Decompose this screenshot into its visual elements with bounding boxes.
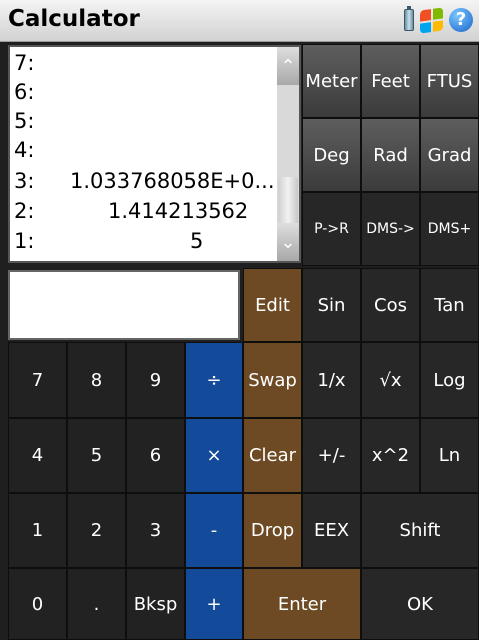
decimal-point-button[interactable]: . [67,568,126,640]
ftus-button[interactable]: FTUS [420,44,479,118]
reciprocal-button[interactable]: 1/x [302,342,361,418]
negate-button[interactable]: +/- [302,418,361,493]
stack-level-label: 5: [14,109,35,133]
digit-5-button[interactable]: 5 [67,418,126,493]
stack-value: 1.033768058E+0... [70,169,275,193]
dms-to-button[interactable]: DMS-> [361,192,420,266]
chevron-up-icon: ⌃ [280,55,296,77]
drop-button[interactable]: Drop [243,493,302,568]
system-tray: ? [404,6,473,34]
digit-8-button[interactable]: 8 [67,342,126,418]
stack-level-label: 7: [14,51,35,75]
cos-button[interactable]: Cos [361,268,420,342]
stack-row-3: 3: 1.033768058E+0... [14,169,284,198]
stack-level-label: 2: [14,199,35,223]
battery-icon[interactable] [404,6,414,31]
digit-2-button[interactable]: 2 [67,493,126,568]
ln-button[interactable]: Ln [420,418,479,493]
chevron-down-icon: ⌄ [280,231,296,253]
digit-3-button[interactable]: 3 [126,493,185,568]
sqrt-button[interactable]: √x [361,342,420,418]
minus-button[interactable]: - [185,493,243,568]
shift-button[interactable]: Shift [361,493,479,568]
digit-1-button[interactable]: 1 [8,493,67,568]
stack-row-6: 6: [14,80,284,109]
square-button[interactable]: x^2 [361,418,420,493]
windows-start-icon[interactable] [420,6,443,34]
sin-button[interactable]: Sin [302,268,361,342]
digit-9-button[interactable]: 9 [126,342,185,418]
entry-field[interactable] [8,270,240,340]
stack-level-label: 6: [14,80,35,104]
stack-row-2: 2: 1.414213562 [14,199,284,228]
digit-6-button[interactable]: 6 [126,418,185,493]
stack-level-label: 3: [14,169,35,193]
stack-row-1: 1: 5 [14,229,284,258]
stack-display: 7: 6: 5: 4: 3: 1.033768058E+0... 2: 1.4142… [8,45,301,263]
meter-button[interactable]: Meter [302,44,361,118]
ok-button[interactable]: OK [361,568,479,640]
swap-button[interactable]: Swap [243,342,302,418]
tan-button[interactable]: Tan [420,268,479,342]
feet-button[interactable]: Feet [361,44,420,118]
digit-0-button[interactable]: 0 [8,568,67,640]
scroll-up-button[interactable]: ⌃ [277,47,299,85]
rad-button[interactable]: Rad [361,118,420,192]
stack-level-label: 4: [14,138,35,162]
plus-button[interactable]: + [185,568,243,640]
stack-row-7: 7: [14,51,284,80]
grad-button[interactable]: Grad [420,118,479,192]
p-to-r-button[interactable]: P->R [302,192,361,266]
log-button[interactable]: Log [420,342,479,418]
backspace-button[interactable]: Bksp [126,568,185,640]
deg-button[interactable]: Deg [302,118,361,192]
stack-row-5: 5: [14,109,284,138]
help-icon[interactable]: ? [449,8,473,32]
clear-button[interactable]: Clear [243,418,302,493]
enter-button[interactable]: Enter [243,568,361,640]
digit-4-button[interactable]: 4 [8,418,67,493]
stack-scrollbar[interactable]: ⌃ ⌄ [277,47,299,261]
stack-level-label: 1: [14,229,35,253]
dms-plus-button[interactable]: DMS+ [420,192,479,266]
edit-button[interactable]: Edit [243,268,302,342]
digit-7-button[interactable]: 7 [8,342,67,418]
scroll-down-button[interactable]: ⌄ [277,223,299,261]
stack-row-4: 4: [14,138,284,167]
eex-button[interactable]: EEX [302,493,361,568]
multiply-button[interactable]: × [185,418,243,493]
divide-button[interactable]: ÷ [185,342,243,418]
app-title: Calculator [8,6,140,32]
title-bar: Calculator ? [0,0,479,42]
